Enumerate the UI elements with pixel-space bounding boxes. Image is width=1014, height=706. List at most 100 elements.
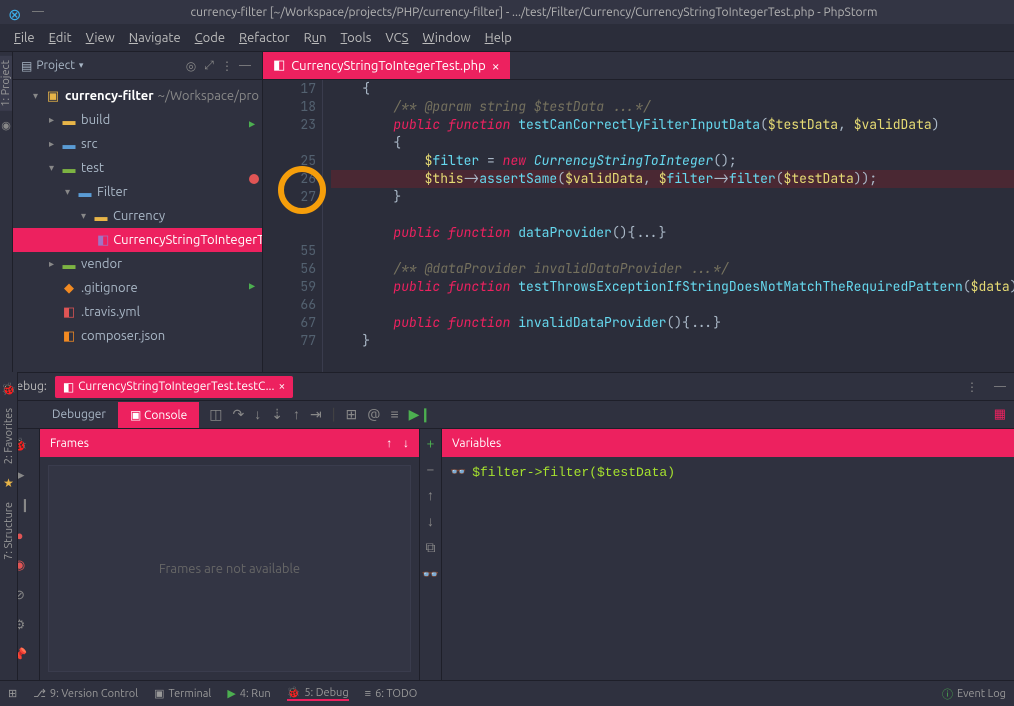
hide-icon[interactable]: — (236, 57, 254, 75)
git-icon: ◆ (61, 280, 77, 296)
more-icon[interactable]: ⋮ (966, 380, 978, 394)
status-todo[interactable]: ≡6: TODO (365, 688, 418, 700)
tree-item-vendor[interactable]: ▸▬vendor (13, 252, 262, 276)
folder-icon: ▬ (93, 208, 109, 224)
play-pause-icon[interactable]: ▶❙ (409, 406, 432, 423)
close-tab-icon[interactable]: × (492, 58, 500, 74)
target-icon[interactable]: ◎ (182, 57, 200, 75)
editor-tab-active[interactable]: ◧ CurrencyStringToIntegerTest.php × (263, 52, 510, 79)
terminal-icon: ▣ (154, 687, 164, 700)
settings-icon[interactable]: ⋮ (218, 57, 236, 75)
tree-item-test[interactable]: ▾▬test (13, 156, 262, 180)
tree-item-travis[interactable]: ◧.travis.yml (13, 300, 262, 324)
menu-navigate[interactable]: Navigate (123, 29, 187, 47)
tree-item-file-selected[interactable]: ◧CurrencyStringToIntegerT (13, 228, 262, 252)
console-tab[interactable]: ▣ Console (118, 402, 199, 428)
debug-icon: 🐞 (287, 686, 301, 699)
bug-icon[interactable]: 🐞 (1, 382, 16, 396)
drop-frame-icon[interactable]: ⇥ (310, 406, 322, 423)
up-icon[interactable]: ↑ (427, 487, 434, 503)
console-icon: ▣ (130, 409, 141, 422)
menu-edit[interactable]: Edit (43, 29, 78, 47)
run-icon: ▶ (227, 687, 235, 700)
star-icon[interactable]: ★ (3, 476, 14, 490)
status-version-control[interactable]: ⎇9: Version Control (33, 687, 138, 700)
menu-help[interactable]: Help (479, 29, 518, 47)
menu-vcs[interactable]: VCS (379, 29, 414, 47)
remove-watch-icon[interactable]: − (427, 461, 435, 477)
php-icon: ◧ (63, 380, 74, 394)
info-icon: ⓘ (942, 686, 953, 702)
tree-item-currency[interactable]: ▾▬Currency (13, 204, 262, 228)
tree-item-gitignore[interactable]: ◆.gitignore (13, 276, 262, 300)
tree-item-composer[interactable]: ◧composer.json (13, 324, 262, 348)
step-over-icon[interactable]: ◫ (209, 406, 222, 423)
down-icon[interactable]: ↓ (427, 513, 434, 529)
bookmark-icon[interactable]: ◉ (1, 119, 11, 132)
statusbar: ⊞ ⎇9: Version Control ▣Terminal ▶4: Run … (0, 680, 1014, 706)
run-to-cursor-icon[interactable]: ↑ (293, 406, 300, 423)
tree-item-build[interactable]: ▸▬build (13, 108, 262, 132)
at-icon[interactable]: @ (367, 406, 380, 423)
folder-icon: ▬ (61, 256, 77, 272)
editor-area: ◧ CurrencyStringToIntegerTest.php × 1718… (263, 52, 1014, 372)
tree-root[interactable]: ▾ ▣ currency-filter ~/Workspace/pro (13, 84, 262, 108)
favorites-tab[interactable]: 2: Favorites (3, 408, 15, 464)
event-log[interactable]: ⓘ Event Log (942, 686, 1006, 702)
step-out-icon[interactable]: ↓ (254, 406, 261, 423)
chevron-down-icon: ▾ (79, 60, 84, 71)
code[interactable]: { /** @param string $testData ...*/ publ… (323, 80, 1014, 372)
watch-expression[interactable]: 👓$filter->filter($testData) (450, 465, 1006, 480)
menu-code[interactable]: Code (189, 29, 231, 47)
list-icon[interactable]: ≡ (390, 406, 398, 423)
status-run[interactable]: ▶4: Run (227, 687, 270, 700)
project-tool-tab[interactable]: 1: Project (0, 56, 12, 111)
php-file-icon: ◧ (273, 58, 285, 73)
editor-content[interactable]: 171823▶252627555659▶666777 { /** @param … (263, 80, 1014, 372)
project-view-selector[interactable]: ▤ Project ▾ (21, 59, 83, 73)
variables-title: Variables (452, 437, 501, 450)
menu-file[interactable]: File (8, 29, 41, 47)
project-tree: ▾ ▣ currency-filter ~/Workspace/pro ▸▬bu… (13, 80, 262, 372)
hide-icon[interactable]: — (994, 380, 1006, 393)
menu-view[interactable]: View (80, 29, 121, 47)
structure-tab[interactable]: 7: Structure (3, 502, 15, 560)
debug-run-config-tab[interactable]: ◧ CurrencyStringToIntegerTest.testC... × (55, 376, 293, 398)
folder-icon: ▣ (45, 88, 61, 104)
step-into-icon[interactable]: ↷ (233, 406, 245, 423)
copy-icon[interactable]: ⧉ (426, 539, 436, 556)
layout-icon[interactable]: ▦ (994, 407, 1006, 422)
menu-run[interactable]: Run (298, 29, 333, 47)
window-minimize-icon[interactable]: — (32, 5, 46, 19)
folder-icon: ▬ (61, 136, 77, 152)
window-close-icon[interactable]: ⊗ (8, 5, 22, 19)
debugger-tab[interactable]: Debugger (40, 402, 118, 427)
evaluate-icon[interactable]: ⊞ (345, 406, 357, 423)
menu-tools[interactable]: Tools (335, 29, 378, 47)
close-icon[interactable]: × (278, 380, 285, 393)
add-watch-icon[interactable]: + (427, 435, 435, 451)
tool-windows-icon[interactable]: ⊞ (8, 687, 17, 700)
editor-tabs: ◧ CurrencyStringToIntegerTest.php × (263, 52, 1014, 80)
next-frame-icon[interactable]: ↓ (403, 437, 409, 450)
gutter[interactable]: 171823▶252627555659▶666777 (263, 80, 323, 372)
tree-item-src[interactable]: ▸▬src (13, 132, 262, 156)
variables-panel: Variables 👓$filter->filter($testData) (442, 429, 1014, 680)
yml-icon: ◧ (61, 304, 77, 320)
collapse-icon[interactable]: ⤢ (200, 57, 218, 75)
menu-window[interactable]: Window (416, 29, 476, 47)
glasses-icon: 👓 (450, 465, 466, 480)
titlebar: ⊗ — currency-filter [~/Workspace/project… (0, 0, 1014, 24)
status-debug[interactable]: 🐞5: Debug (287, 686, 349, 701)
php-file-icon: ◧ (97, 232, 109, 248)
tree-item-filter[interactable]: ▾▬Filter (13, 180, 262, 204)
folder-icon: ▬ (61, 112, 77, 128)
prev-frame-icon[interactable]: ↑ (386, 437, 392, 450)
frames-title: Frames (50, 437, 89, 450)
frames-empty: Frames are not available (48, 465, 411, 672)
force-step-icon[interactable]: ⇣ (271, 406, 283, 423)
glasses-icon[interactable]: 👓 (422, 566, 439, 583)
menu-refactor[interactable]: Refactor (233, 29, 296, 47)
frames-panel: Frames ↑ ↓ Frames are not available (40, 429, 420, 680)
status-terminal[interactable]: ▣Terminal (154, 687, 211, 700)
